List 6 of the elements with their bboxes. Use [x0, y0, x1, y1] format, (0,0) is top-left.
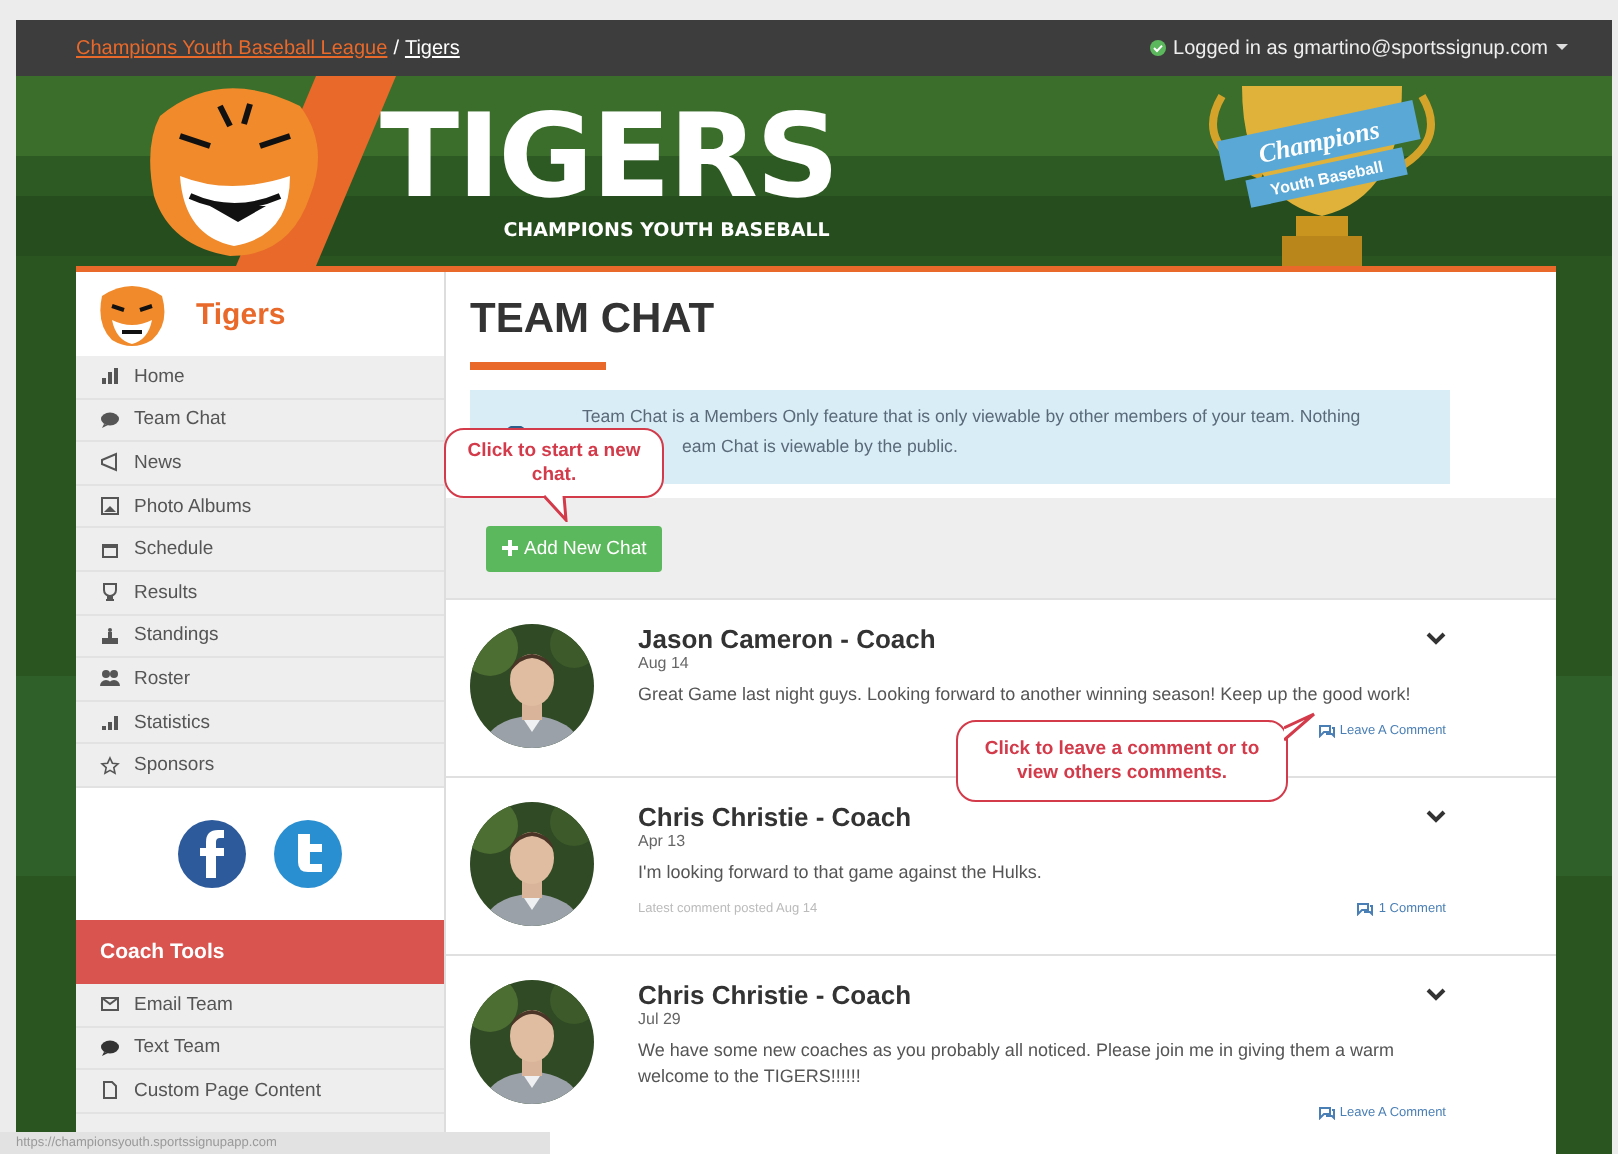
caret-icon	[1556, 44, 1568, 52]
breadcrumb-link[interactable]: Champions Youth Baseball League	[76, 37, 388, 59]
user-menu[interactable]: Logged in as gmartino@sportssignup.com	[1173, 37, 1548, 59]
check-circle-icon	[1149, 40, 1166, 56]
breadcrumb-link[interactable]: Tigers	[404, 37, 460, 59]
breadcrumb-separator: /	[393, 37, 399, 59]
